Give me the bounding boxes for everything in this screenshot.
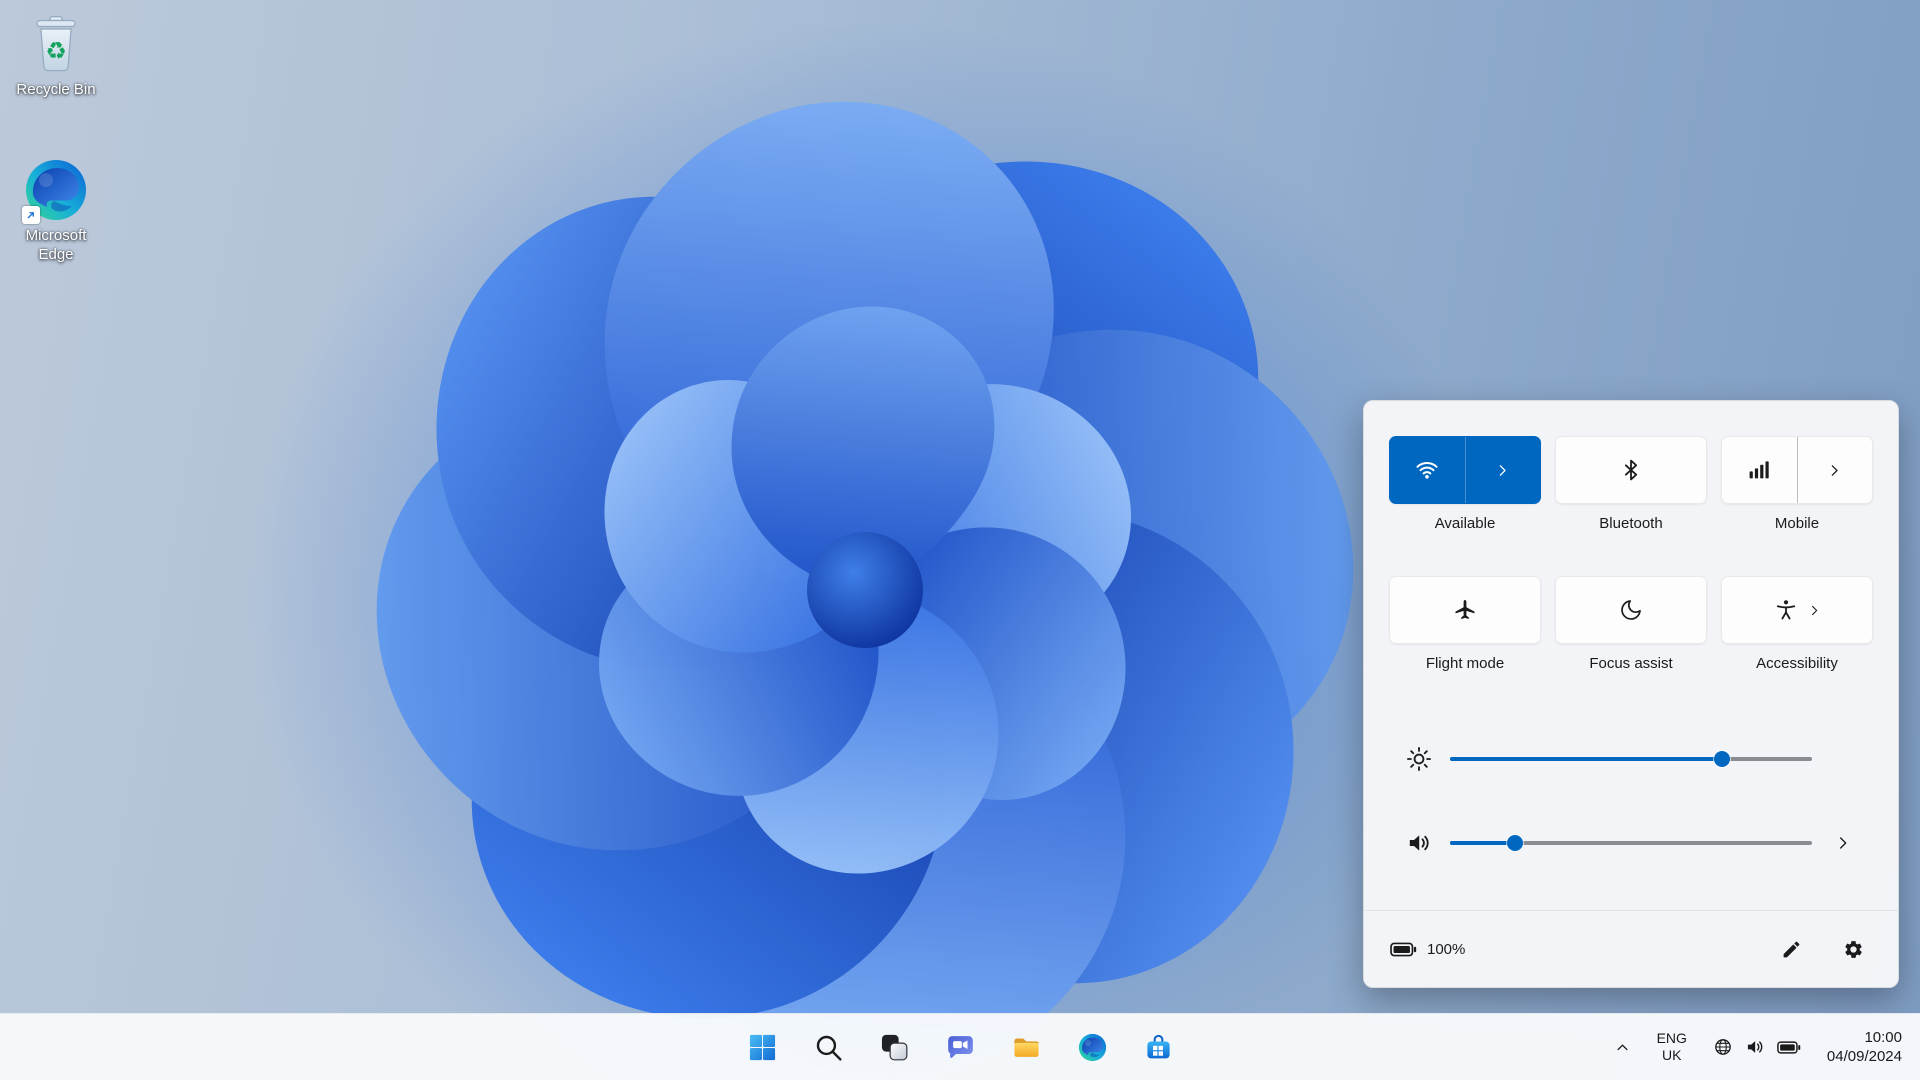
start-icon bbox=[748, 1033, 777, 1062]
edit-quick-settings-button[interactable] bbox=[1772, 930, 1810, 968]
brightness-slider-thumb[interactable] bbox=[1714, 751, 1730, 767]
focus-assist-tile-label: Focus assist bbox=[1589, 655, 1672, 672]
edge-icon bbox=[1078, 1033, 1107, 1062]
flight-mode-tile-label: Flight mode bbox=[1426, 655, 1504, 672]
desktop-icon-recycle-bin[interactable]: Recycle Bin bbox=[8, 12, 104, 100]
search-icon bbox=[814, 1033, 843, 1062]
speaker-icon bbox=[1745, 1037, 1765, 1057]
wifi-tile-label: Available bbox=[1435, 515, 1496, 532]
focus-assist-tile[interactable] bbox=[1555, 576, 1707, 644]
qs-cell-accessibility: Accessibility bbox=[1722, 576, 1872, 672]
quick-settings-tray-button[interactable] bbox=[1703, 1024, 1811, 1070]
battery-status[interactable]: 100% bbox=[1390, 941, 1465, 958]
chevron-right-icon bbox=[1808, 604, 1821, 617]
start-button[interactable] bbox=[739, 1024, 785, 1070]
taskbar-center-icons bbox=[739, 1014, 1181, 1080]
store-button[interactable] bbox=[1135, 1024, 1181, 1070]
mobile-expand-button[interactable] bbox=[1798, 437, 1873, 503]
shortcut-arrow-icon bbox=[22, 206, 40, 224]
volume-row bbox=[1406, 828, 1856, 858]
battery-icon bbox=[1390, 941, 1417, 958]
volume-speaker-icon bbox=[1406, 830, 1432, 856]
quick-settings-footer: 100% bbox=[1364, 910, 1898, 987]
desktop-icon-microsoft-edge[interactable]: Microsoft Edge bbox=[8, 158, 104, 265]
qs-cell-bluetooth: Bluetooth bbox=[1556, 436, 1706, 532]
brightness-slider[interactable] bbox=[1450, 744, 1812, 774]
network-globe-icon bbox=[1713, 1037, 1733, 1057]
quick-settings-sliders bbox=[1364, 744, 1898, 858]
battery-icon bbox=[1777, 1040, 1801, 1055]
mobile-tile[interactable] bbox=[1721, 436, 1873, 504]
wifi-expand-button[interactable] bbox=[1466, 437, 1541, 503]
desktop-icon-label: Microsoft Edge bbox=[8, 227, 104, 265]
bluetooth-tile-label: Bluetooth bbox=[1599, 515, 1662, 532]
pencil-icon bbox=[1781, 939, 1802, 960]
quick-settings-actions bbox=[1772, 930, 1872, 968]
quick-settings-grid: Available Bluetooth Mobile bbox=[1364, 401, 1898, 672]
volume-slider-thumb[interactable] bbox=[1507, 835, 1523, 851]
qs-cell-mobile: Mobile bbox=[1722, 436, 1872, 532]
task-view-button[interactable] bbox=[871, 1024, 917, 1070]
file-explorer-button[interactable] bbox=[1003, 1024, 1049, 1070]
bluetooth-tile[interactable] bbox=[1555, 436, 1707, 504]
chevron-up-icon bbox=[1615, 1040, 1630, 1055]
wifi-toggle[interactable] bbox=[1390, 437, 1465, 503]
language-indicator[interactable]: ENG UK bbox=[1647, 1024, 1697, 1070]
quick-settings-panel: Available Bluetooth Mobile bbox=[1363, 400, 1899, 988]
moon-icon bbox=[1619, 598, 1643, 622]
chevron-right-icon bbox=[1827, 463, 1842, 478]
taskbar: ENG UK 10:00 04/09/2024 bbox=[0, 1013, 1920, 1080]
qs-cell-wifi: Available bbox=[1390, 436, 1540, 532]
tile-divider bbox=[1465, 437, 1466, 503]
bluetooth-icon bbox=[1619, 458, 1643, 482]
language-line1: ENG bbox=[1657, 1030, 1687, 1047]
battery-percent-label: 100% bbox=[1427, 941, 1465, 958]
volume-output-expand-button[interactable] bbox=[1830, 830, 1856, 856]
accessibility-person-icon bbox=[1774, 598, 1798, 622]
flight-mode-tile[interactable] bbox=[1389, 576, 1541, 644]
gear-icon bbox=[1843, 939, 1864, 960]
edge-button[interactable] bbox=[1069, 1024, 1115, 1070]
chat-icon bbox=[946, 1033, 975, 1062]
file-explorer-icon bbox=[1012, 1033, 1041, 1062]
clock[interactable]: 10:00 04/09/2024 bbox=[1817, 1024, 1912, 1070]
airplane-icon bbox=[1453, 598, 1477, 622]
recycle-bin-icon bbox=[24, 12, 88, 76]
chevron-right-icon bbox=[1835, 835, 1851, 851]
all-settings-button[interactable] bbox=[1834, 930, 1872, 968]
brightness-sun-icon bbox=[1406, 746, 1432, 772]
cellular-signal-icon bbox=[1747, 458, 1771, 482]
accessibility-tile-label: Accessibility bbox=[1756, 655, 1838, 672]
brightness-row bbox=[1406, 744, 1856, 774]
qs-cell-flight-mode: Flight mode bbox=[1390, 576, 1540, 672]
system-tray: ENG UK 10:00 04/09/2024 bbox=[1605, 1014, 1912, 1080]
store-icon bbox=[1144, 1033, 1173, 1062]
tray-time: 10:00 bbox=[1864, 1028, 1902, 1047]
tile-divider bbox=[1797, 437, 1798, 503]
accessibility-tile[interactable] bbox=[1721, 576, 1873, 644]
volume-slider[interactable] bbox=[1450, 828, 1812, 858]
search-button[interactable] bbox=[805, 1024, 851, 1070]
slider-fill bbox=[1450, 841, 1515, 845]
language-line2: UK bbox=[1662, 1047, 1681, 1064]
mobile-toggle[interactable] bbox=[1722, 437, 1797, 503]
tray-date: 04/09/2024 bbox=[1827, 1047, 1902, 1066]
show-hidden-icons-button[interactable] bbox=[1605, 1024, 1641, 1070]
desktop-icon-label: Recycle Bin bbox=[16, 81, 95, 100]
qs-cell-focus-assist: Focus assist bbox=[1556, 576, 1706, 672]
chevron-right-icon bbox=[1495, 463, 1510, 478]
task-view-icon bbox=[880, 1033, 909, 1062]
slider-fill bbox=[1450, 757, 1722, 761]
mobile-tile-label: Mobile bbox=[1775, 515, 1819, 532]
wifi-icon bbox=[1415, 458, 1439, 482]
wifi-tile[interactable] bbox=[1389, 436, 1541, 504]
chat-button[interactable] bbox=[937, 1024, 983, 1070]
